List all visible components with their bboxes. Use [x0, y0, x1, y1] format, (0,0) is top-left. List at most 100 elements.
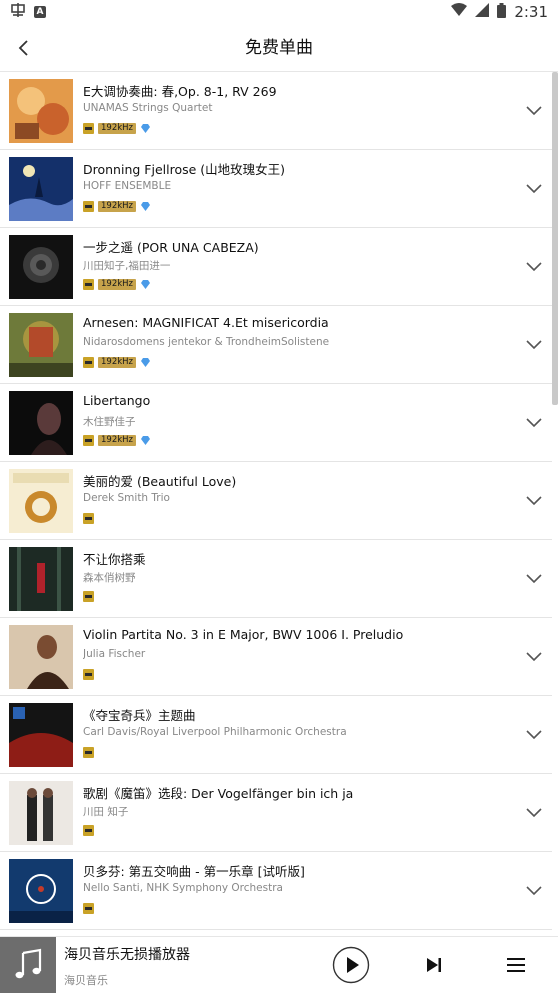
- song-row[interactable]: Violin Partita No. 3 in E Major, BWV 100…: [0, 618, 552, 696]
- song-row[interactable]: Arnesen: MAGNIFICAT 4.Et misericordia Ni…: [0, 306, 552, 384]
- quality-badges: [83, 511, 94, 525]
- quality-badges: [83, 745, 94, 759]
- expand-button[interactable]: [522, 333, 546, 357]
- song-artist: Nidarosdomens jentekor & TrondheimSolist…: [83, 336, 330, 348]
- playlist-icon: [507, 958, 525, 972]
- song-artist: Nello Santi, NHK Symphony Orchestra: [83, 882, 283, 894]
- chevron-down-icon: [526, 574, 542, 584]
- chevron-down-icon: [526, 418, 542, 428]
- wifi-icon: [451, 3, 468, 21]
- album-cover: [9, 235, 73, 299]
- song-row[interactable]: E大调协奏曲: 春,Op. 8-1, RV 269 UNAMAS Strings…: [0, 72, 552, 150]
- hires-icon: [83, 512, 94, 524]
- expand-button[interactable]: [522, 489, 546, 513]
- quality-badges: [83, 667, 94, 681]
- chevron-left-icon: [18, 40, 28, 56]
- song-list[interactable]: E大调协奏曲: 春,Op. 8-1, RV 269 UNAMAS Strings…: [0, 72, 552, 930]
- album-cover: [9, 157, 73, 221]
- album-cover: [9, 547, 73, 611]
- sample-rate-badge: 192kHz: [98, 278, 136, 290]
- diamond-icon: [140, 435, 151, 445]
- a-square-icon: A: [34, 6, 46, 18]
- song-row[interactable]: 一步之遥 (POR UNA CABEZA) 川田知子,福田进一 192kHz: [0, 228, 552, 306]
- status-bar: A 2:31: [0, 0, 558, 24]
- player-title: 海贝音乐无损播放器: [64, 947, 190, 963]
- chevron-down-icon: [526, 496, 542, 506]
- song-title: Arnesen: MAGNIFICAT 4.Et misericordia: [83, 315, 329, 330]
- quality-badges: 192kHz: [83, 433, 151, 447]
- song-row[interactable]: 美丽的爱 (Beautiful Love) Derek Smith Trio: [0, 462, 552, 540]
- song-title: Violin Partita No. 3 in E Major, BWV 100…: [83, 627, 404, 642]
- app-bar: 免费单曲: [0, 24, 558, 72]
- song-row[interactable]: Dronning Fjellrose (山地玫瑰女王) HOFF ENSEMBL…: [0, 150, 552, 228]
- scrollbar[interactable]: [552, 72, 558, 405]
- expand-button[interactable]: [522, 99, 546, 123]
- next-button[interactable]: [420, 951, 448, 979]
- chevron-down-icon: [526, 262, 542, 272]
- song-row[interactable]: 《夺宝奇兵》主题曲 Carl Davis/Royal Liverpool Phi…: [0, 696, 552, 774]
- album-cover: [9, 79, 73, 143]
- song-artist: Julia Fischer: [83, 648, 146, 660]
- album-cover: [9, 859, 73, 923]
- app-notification-icon: [10, 2, 26, 22]
- quality-badges: 192kHz: [83, 199, 151, 213]
- play-icon: [332, 946, 370, 984]
- page-title: 免费单曲: [245, 38, 313, 58]
- hires-icon: [83, 356, 94, 368]
- song-title: 一步之遥 (POR UNA CABEZA): [83, 240, 259, 255]
- song-title: 不让你搭乘: [83, 552, 146, 567]
- expand-button[interactable]: [522, 255, 546, 279]
- song-artist: UNAMAS Strings Quartet: [83, 102, 213, 114]
- song-title: E大调协奏曲: 春,Op. 8-1, RV 269: [83, 84, 277, 99]
- expand-button[interactable]: [522, 567, 546, 591]
- skip-next-icon: [427, 958, 441, 972]
- expand-button[interactable]: [522, 879, 546, 903]
- expand-button[interactable]: [522, 645, 546, 669]
- diamond-icon: [140, 357, 151, 367]
- hires-icon: [83, 824, 94, 836]
- chevron-down-icon: [526, 886, 542, 896]
- quality-badges: [83, 589, 94, 603]
- expand-button[interactable]: [522, 723, 546, 747]
- song-row[interactable]: 贝多芬: 第五交响曲 - 第一乐章 [试听版] Nello Santi, NHK…: [0, 852, 552, 930]
- expand-button[interactable]: [522, 801, 546, 825]
- hires-icon: [83, 122, 94, 134]
- song-artist: 川田 知子: [83, 806, 129, 818]
- sample-rate-badge: 192kHz: [98, 434, 136, 446]
- chevron-down-icon: [526, 184, 542, 194]
- sample-rate-badge: 192kHz: [98, 200, 136, 212]
- diamond-icon: [140, 123, 151, 133]
- song-artist: 木住野佳子: [83, 416, 136, 428]
- hires-icon: [83, 590, 94, 602]
- diamond-icon: [140, 279, 151, 289]
- song-artist: 川田知子,福田进一: [83, 260, 171, 272]
- playlist-button[interactable]: [502, 951, 530, 979]
- hires-icon: [83, 902, 94, 914]
- song-row[interactable]: 不让你搭乘 森本俏树野: [0, 540, 552, 618]
- album-cover: [9, 313, 73, 377]
- signal-icon: [475, 3, 490, 21]
- back-button[interactable]: [6, 28, 42, 68]
- song-title: 贝多芬: 第五交响曲 - 第一乐章 [试听版]: [83, 864, 305, 879]
- player-artwork[interactable]: [0, 937, 56, 993]
- expand-button[interactable]: [522, 411, 546, 435]
- mini-player[interactable]: 海贝音乐无损播放器 海贝音乐: [0, 936, 558, 993]
- expand-button[interactable]: [522, 177, 546, 201]
- play-button[interactable]: [332, 946, 370, 984]
- chevron-down-icon: [526, 652, 542, 662]
- song-artist: 森本俏树野: [83, 572, 136, 584]
- song-title: Dronning Fjellrose (山地玫瑰女王): [83, 162, 286, 177]
- song-artist: Carl Davis/Royal Liverpool Philharmonic …: [83, 726, 347, 738]
- song-row[interactable]: 歌剧《魔笛》选段: Der Vogelfänger bin ich ja 川田 …: [0, 774, 552, 852]
- quality-badges: [83, 901, 94, 915]
- hires-icon: [83, 668, 94, 680]
- album-cover: [9, 781, 73, 845]
- chevron-down-icon: [526, 730, 542, 740]
- song-row[interactable]: Libertango 木住野佳子 192kHz: [0, 384, 552, 462]
- song-artist: HOFF ENSEMBLE: [83, 180, 172, 192]
- hires-icon: [83, 434, 94, 446]
- hires-icon: [83, 200, 94, 212]
- quality-badges: [83, 823, 94, 837]
- song-title: 歌剧《魔笛》选段: Der Vogelfänger bin ich ja: [83, 786, 354, 801]
- sample-rate-badge: 192kHz: [98, 122, 136, 134]
